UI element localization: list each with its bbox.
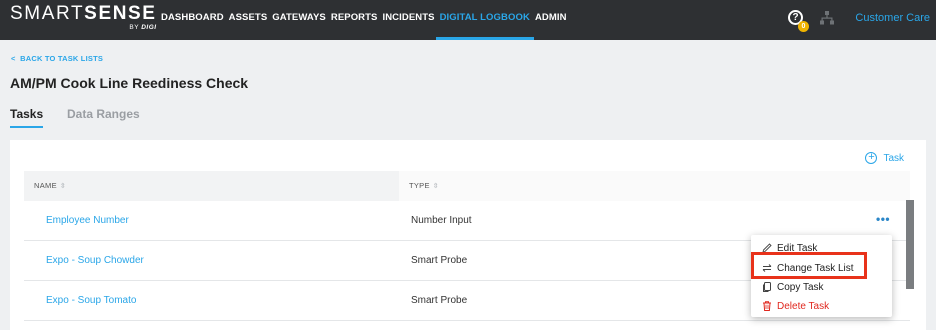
nav-assets[interactable]: ASSETS xyxy=(229,0,268,40)
nav-reports[interactable]: REPORTS xyxy=(331,0,378,40)
sort-icon[interactable]: ⇳ xyxy=(60,183,66,190)
nav-digital-logbook[interactable]: DIGITAL LOGBOOK xyxy=(435,0,535,40)
menu-item-label: Copy Task xyxy=(777,281,824,293)
task-name-link[interactable]: Expo - Soup Tomato xyxy=(46,281,136,321)
task-type: Number Input xyxy=(411,215,472,226)
nav-incidents[interactable]: INCIDENTS xyxy=(382,0,434,40)
menu-item-copy-task[interactable]: Copy Task xyxy=(761,281,824,293)
main-nav: DASHBOARD ASSETS GATEWAYS REPORTS INCIDE… xyxy=(161,0,572,40)
tab-data-ranges[interactable]: Data Ranges xyxy=(67,107,140,121)
task-type: Smart Probe xyxy=(411,295,468,306)
add-task-button[interactable]: + Task xyxy=(865,152,904,164)
chevron-left-icon: < xyxy=(11,54,21,63)
notification-badge: 0 xyxy=(798,21,809,32)
more-options-icon[interactable]: ••• xyxy=(876,201,890,237)
change-task-list-highlight xyxy=(751,252,867,279)
column-type-label: TYPE xyxy=(409,181,430,190)
plus-circle-icon: + xyxy=(865,152,878,164)
menu-item-delete-task[interactable]: Delete Task xyxy=(761,300,829,312)
org-hierarchy-icon[interactable] xyxy=(819,10,835,26)
logo-sub-prefix: BY xyxy=(129,24,142,31)
menu-item-label: Delete Task xyxy=(777,300,830,312)
back-link-label: BACK TO TASK LISTS xyxy=(20,54,104,63)
task-type: Smart Probe xyxy=(411,255,468,266)
trash-icon xyxy=(763,301,771,311)
logo-word-bold: SENSE xyxy=(84,3,157,24)
nav-admin[interactable]: ADMIN xyxy=(535,0,567,40)
task-name-link[interactable]: Employee Number xyxy=(46,201,129,241)
top-nav-bar: SMARTSENSE BY DIGI DASHBOARD ASSETS GATE… xyxy=(0,0,936,40)
task-name-link[interactable]: Expo - Soup Chowder xyxy=(46,241,144,281)
column-header-type[interactable]: TYPE ⇳ xyxy=(399,171,910,201)
nav-gateways[interactable]: GATEWAYS xyxy=(272,0,326,40)
vertical-scrollbar[interactable] xyxy=(906,200,914,289)
tab-tasks[interactable]: Tasks xyxy=(10,107,44,128)
smartsense-logo[interactable]: SMARTSENSE BY DIGI xyxy=(10,3,157,32)
add-task-label: Task xyxy=(883,152,904,164)
customer-care-link[interactable]: Customer Care xyxy=(855,12,930,24)
page-title: AM/PM Cook Line Reediness Check xyxy=(10,75,249,91)
column-header-name[interactable]: NAME ⇳ xyxy=(24,171,399,201)
copy-icon xyxy=(763,282,771,292)
table-header: NAME ⇳ TYPE ⇳ xyxy=(24,171,910,201)
sort-icon[interactable]: ⇳ xyxy=(433,183,439,190)
back-to-task-lists-link[interactable]: < BACK TO TASK LISTS xyxy=(11,54,103,63)
column-name-label: NAME xyxy=(34,181,57,190)
logo-word-light: SMART xyxy=(10,3,85,24)
logo-sub-brand: DIGI xyxy=(141,24,157,31)
nav-dashboard[interactable]: DASHBOARD xyxy=(161,0,224,40)
